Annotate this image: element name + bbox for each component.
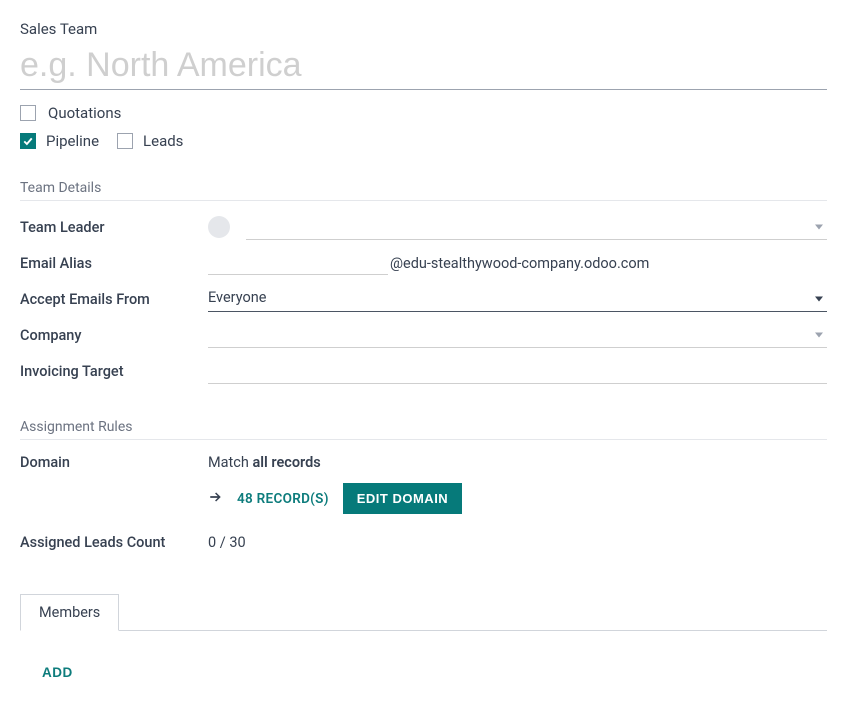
company-label: Company <box>20 327 208 344</box>
tabs: Members <box>20 594 827 631</box>
team-details-section-title: Team Details <box>20 180 827 201</box>
check-icon <box>22 135 34 147</box>
accept-emails-select[interactable]: Everyone <box>208 286 827 312</box>
quotations-label: Quotations <box>48 104 121 122</box>
members-tab-content: ADD <box>20 631 827 681</box>
quotations-row: Quotations <box>20 104 827 122</box>
chevron-down-icon <box>815 224 823 229</box>
add-member-button[interactable]: ADD <box>42 665 73 680</box>
sales-team-name-wrap <box>20 44 827 90</box>
assigned-leads-row: Assigned Leads Count 0 / 30 <box>20 524 827 560</box>
team-leader-label: Team Leader <box>20 219 208 236</box>
chevron-down-icon <box>815 332 823 337</box>
email-alias-label: Email Alias <box>20 255 208 272</box>
invoicing-target-label: Invoicing Target <box>20 363 208 380</box>
email-alias-row: Email Alias @edu-stealthywood-company.od… <box>20 245 827 281</box>
team-leader-row: Team Leader <box>20 209 827 245</box>
accept-emails-row: Accept Emails From Everyone <box>20 281 827 317</box>
invoicing-target-input[interactable] <box>208 358 827 384</box>
leads-label: Leads <box>143 132 183 150</box>
invoicing-target-row: Invoicing Target <box>20 353 827 389</box>
domain-row: Domain Match all records 48 RECORD(S) ED… <box>20 448 827 514</box>
edit-domain-button[interactable]: EDIT DOMAIN <box>343 483 462 514</box>
pipeline-leads-row: Pipeline Leads <box>20 132 827 150</box>
chevron-down-icon <box>815 296 823 301</box>
leads-checkbox[interactable] <box>117 133 133 149</box>
pipeline-checkbox[interactable] <box>20 133 36 149</box>
sales-team-label: Sales Team <box>20 20 827 38</box>
records-count-link[interactable]: 48 RECORD(S) <box>237 491 329 507</box>
domain-label: Domain <box>20 454 208 471</box>
company-row: Company <box>20 317 827 353</box>
tab-members[interactable]: Members <box>20 594 119 631</box>
company-select[interactable] <box>208 322 827 348</box>
assigned-leads-value: 0 / 30 <box>208 534 246 551</box>
accept-emails-label: Accept Emails From <box>20 291 208 308</box>
pipeline-label: Pipeline <box>46 132 99 150</box>
domain-match-text: Match all records <box>208 454 321 471</box>
email-alias-input[interactable] <box>208 251 388 275</box>
arrow-right-icon <box>208 490 223 508</box>
assignment-rules-section-title: Assignment Rules <box>20 419 827 440</box>
email-alias-domain: @edu-stealthywood-company.odoo.com <box>390 255 649 272</box>
team-leader-avatar <box>208 216 230 238</box>
team-leader-select[interactable] <box>246 214 827 240</box>
sales-team-name-input[interactable] <box>20 44 827 89</box>
assigned-leads-label: Assigned Leads Count <box>20 534 208 551</box>
quotations-checkbox[interactable] <box>20 105 36 121</box>
